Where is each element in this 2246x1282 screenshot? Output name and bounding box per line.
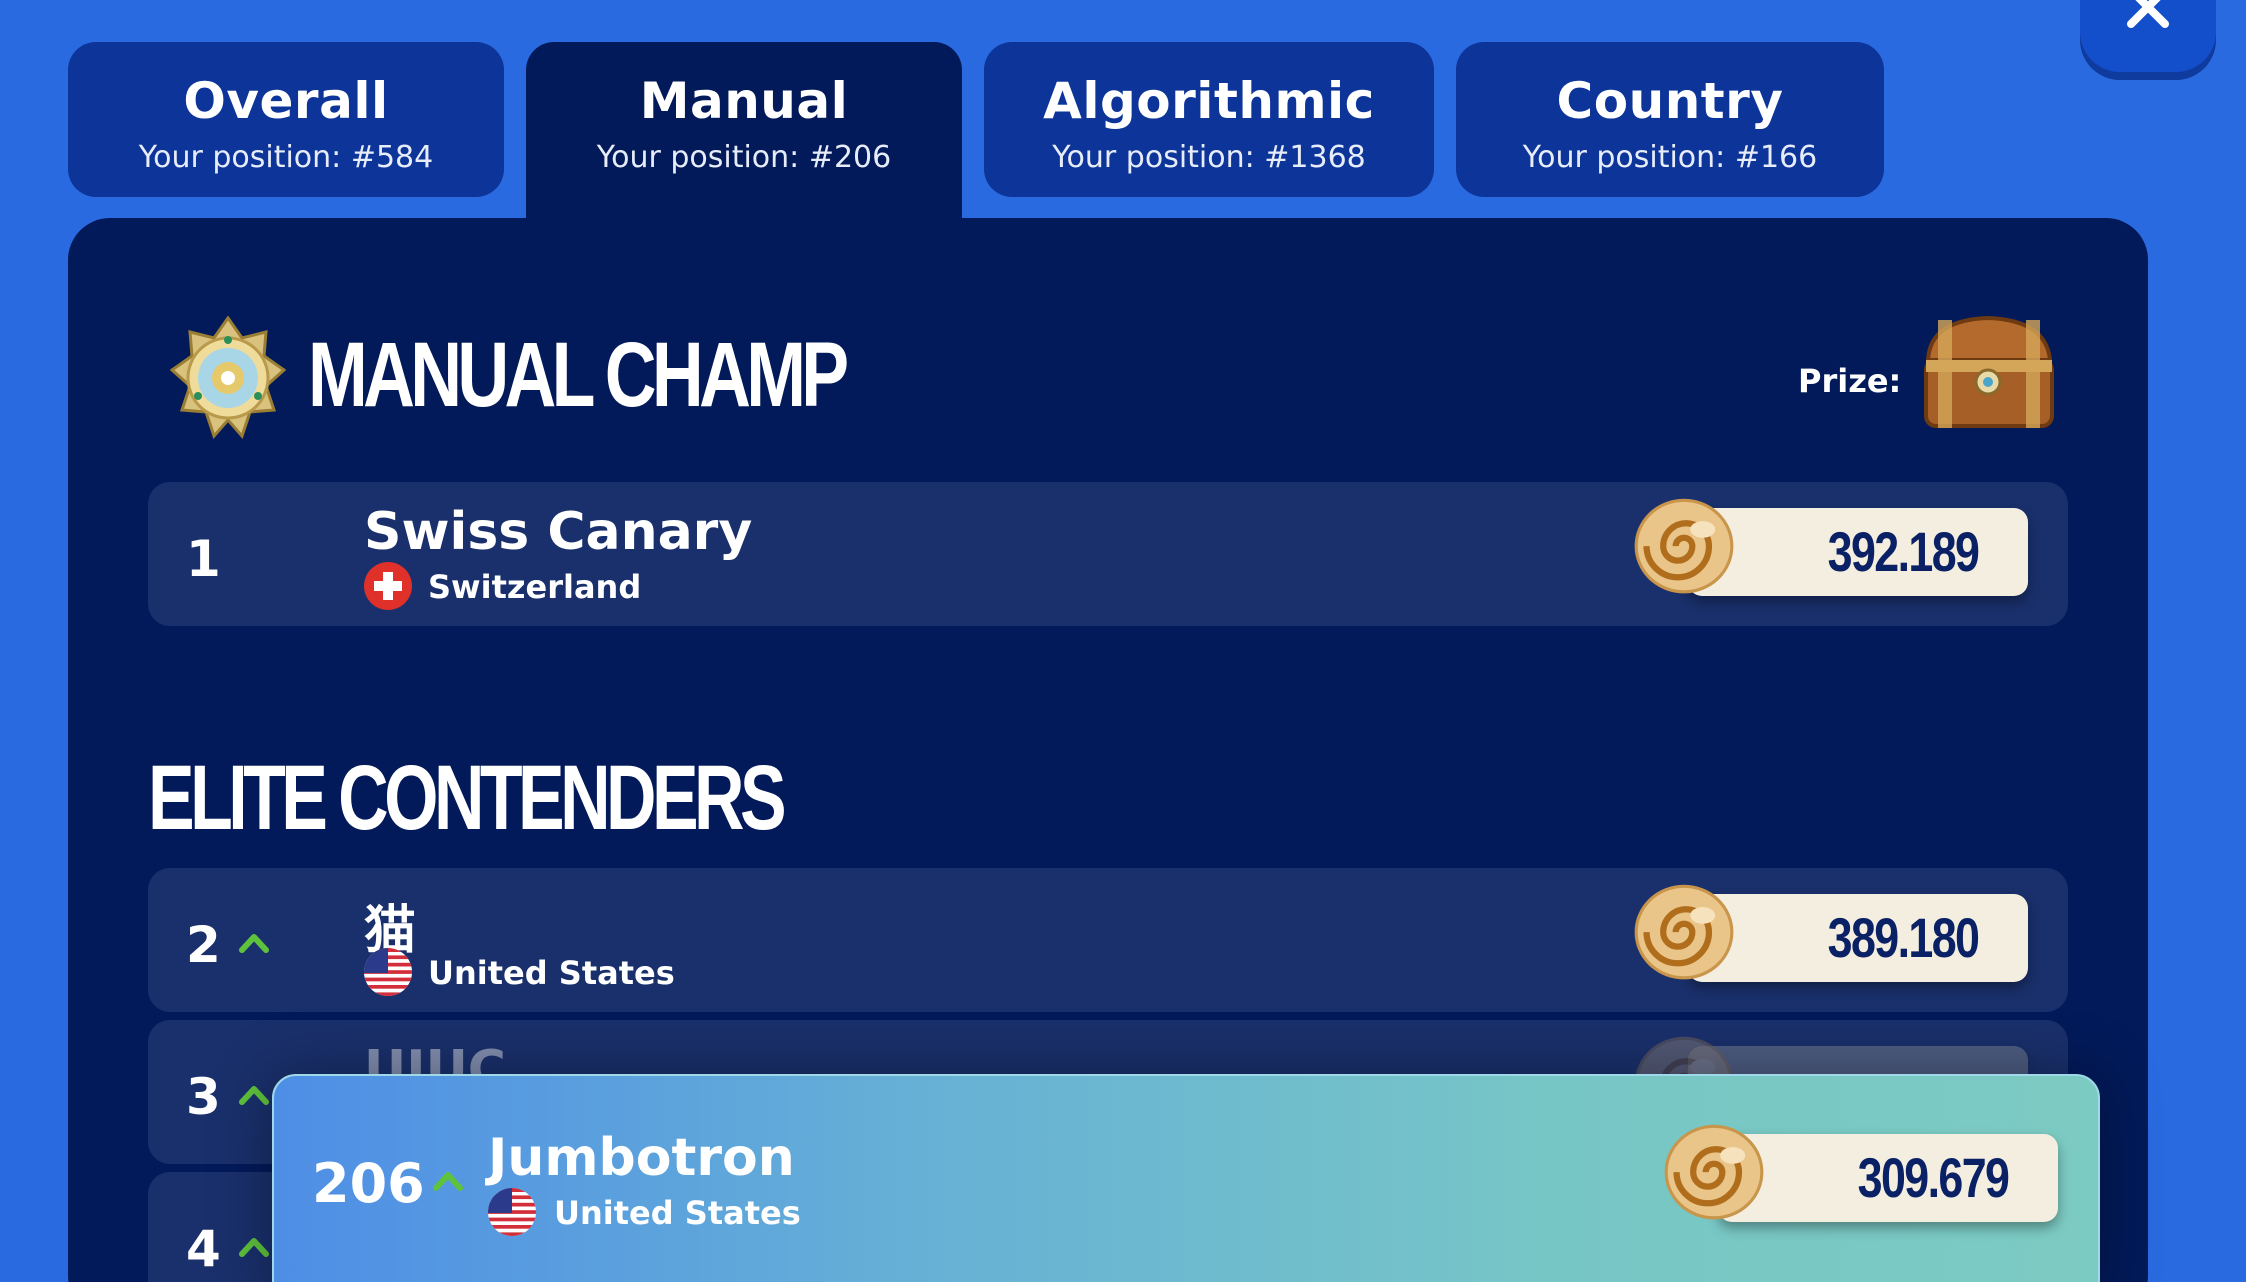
shell-icon (1662, 1118, 1766, 1222)
us-flag-icon (364, 948, 412, 996)
score-value: 392.189 (1827, 520, 1980, 583)
close-button[interactable] (2080, 0, 2216, 72)
tab-overall[interactable]: Overall Your position: #584 (68, 42, 504, 197)
chevron-up-icon (238, 1082, 270, 1108)
score-badge: 392.189 (1688, 508, 2028, 596)
us-flag-icon (488, 1188, 536, 1236)
player-name: Swiss Canary (364, 502, 753, 562)
score-value: 309.679 (1857, 1146, 2010, 1209)
rank-number: 2 (186, 916, 221, 974)
rank-number: 4 (186, 1220, 221, 1278)
medal-icon (170, 316, 286, 439)
tab-country-position: Your position: #166 (1522, 140, 1818, 175)
player-country: United States (428, 954, 675, 992)
champ-row[interactable]: 1 Swiss Canary Switzerland 392.189 (148, 482, 2068, 626)
rank-number: 3 (186, 1068, 221, 1126)
elite-contenders-title: ELITE CONTENDERS (148, 747, 787, 849)
current-user-row[interactable]: 206 Jumbotron United States 309.679 (272, 1074, 2100, 1282)
chevron-up-icon (432, 1168, 464, 1194)
prize-label: Prize: (1798, 362, 1902, 400)
shell-icon (1632, 878, 1736, 982)
leaderboard-row[interactable]: 2 猫 United States 389.180 (148, 868, 2068, 1012)
rank-number: 206 (312, 1152, 425, 1215)
tab-algorithmic-position: Your position: #1368 (1052, 140, 1366, 175)
score-badge: 309.679 (1718, 1134, 2058, 1222)
manual-champ-title: MANUAL CHAMP (308, 324, 849, 426)
score-badge: 389.180 (1688, 894, 2028, 982)
close-icon (2127, 0, 2169, 28)
player-country: United States (554, 1194, 801, 1232)
tab-country-label: Country (1556, 72, 1784, 130)
tab-overall-label: Overall (183, 72, 389, 130)
score-value: 389.180 (1827, 906, 1980, 969)
shell-icon (1632, 492, 1736, 596)
tab-algorithmic[interactable]: Algorithmic Your position: #1368 (984, 42, 1434, 197)
tab-algorithmic-label: Algorithmic (1043, 72, 1375, 130)
chevron-up-icon (238, 1234, 270, 1260)
tab-manual[interactable]: Manual Your position: #206 (526, 42, 962, 222)
rank-number: 1 (186, 530, 221, 588)
treasure-chest-icon[interactable] (1916, 312, 2062, 436)
player-country: Switzerland (428, 568, 642, 606)
tab-country[interactable]: Country Your position: #166 (1456, 42, 1884, 197)
tab-manual-position: Your position: #206 (596, 140, 892, 175)
tab-overall-position: Your position: #584 (138, 140, 434, 175)
swiss-flag-icon (364, 562, 412, 610)
tab-manual-label: Manual (639, 72, 849, 130)
chevron-up-icon (238, 930, 270, 956)
player-name: Jumbotron (488, 1128, 795, 1188)
